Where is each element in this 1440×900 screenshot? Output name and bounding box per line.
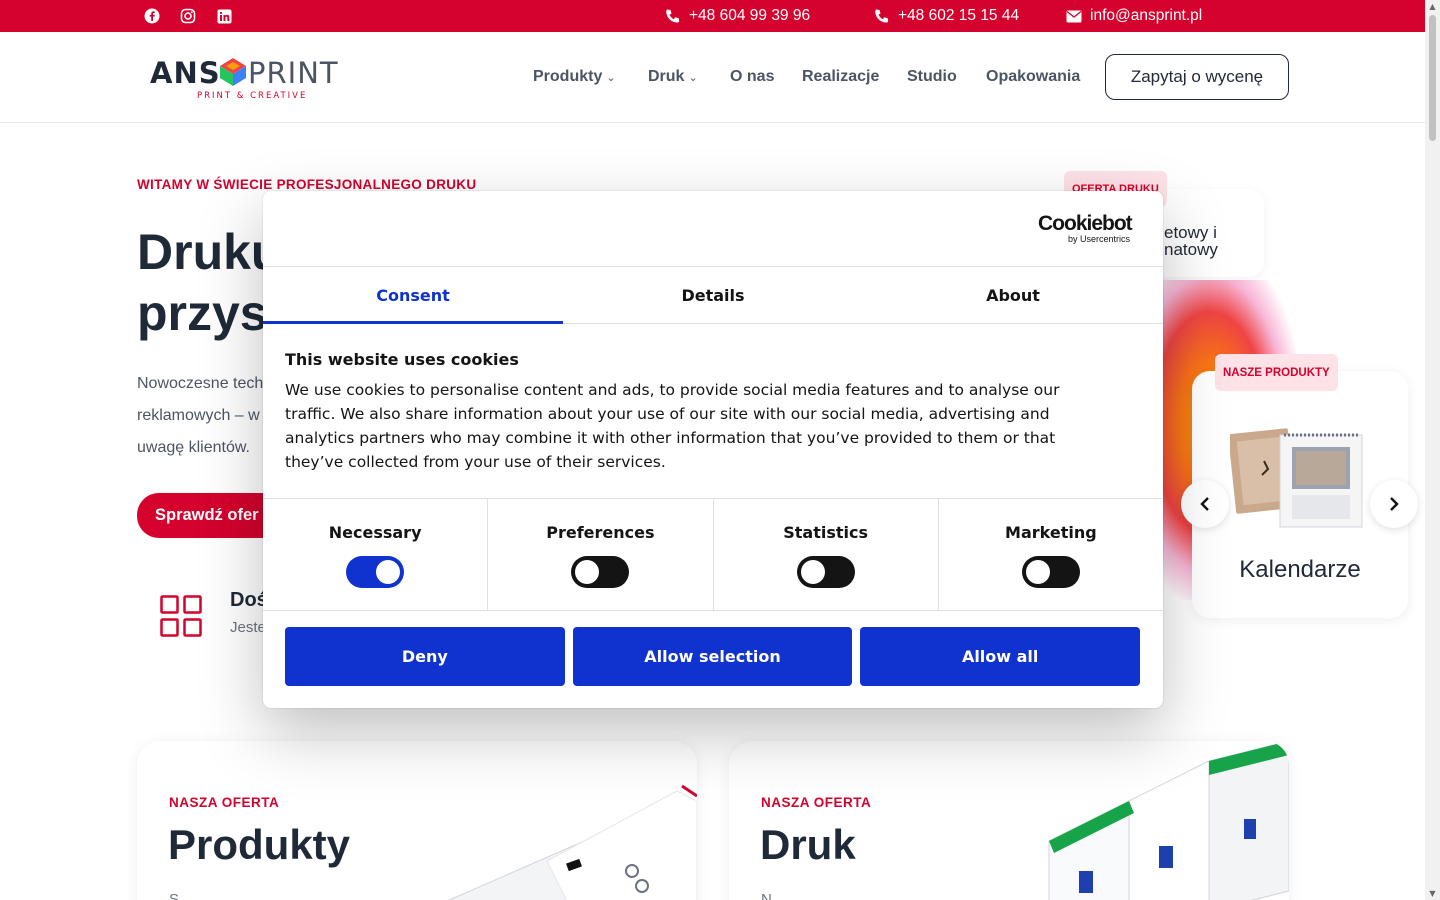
site-logo[interactable]: ANS PRINT PRINT & CREATIVE bbox=[150, 56, 350, 104]
tab-consent[interactable]: Consent bbox=[263, 267, 563, 324]
toggle-cell-marketing: Marketing bbox=[939, 499, 1163, 610]
offer-description: N bbox=[761, 891, 772, 900]
offer-card-druk[interactable]: NASZA OFERTA Druk N bbox=[729, 741, 1289, 900]
toggle-label-marketing: Marketing bbox=[1005, 523, 1097, 542]
cookiebot-logo[interactable]: Cookiebot by Usercentrics bbox=[1038, 212, 1148, 246]
allow-all-button[interactable]: Allow all bbox=[860, 627, 1141, 686]
social-links bbox=[143, 7, 233, 25]
print-offer-text-line-1: etowy i bbox=[1164, 223, 1217, 242]
statistics-toggle[interactable] bbox=[796, 556, 855, 588]
phone-icon bbox=[875, 9, 889, 22]
nav-item-opakowania[interactable]: Opakowania bbox=[986, 68, 1080, 86]
carousel-next-button[interactable] bbox=[1370, 480, 1418, 528]
offer-eyebrow: NASZA OFERTA bbox=[761, 795, 872, 810]
request-quote-button[interactable]: Zapytaj o wycenę bbox=[1105, 54, 1289, 100]
instagram-icon[interactable] bbox=[179, 7, 197, 25]
toggle-label-necessary: Necessary bbox=[328, 523, 422, 542]
cookie-tabs: Consent Details About bbox=[263, 266, 1163, 324]
logo-text-ans: ANS bbox=[150, 56, 221, 90]
calendar-product-image bbox=[1230, 428, 1363, 528]
top-contact-bar: +48 604 99 39 96 +48 602 15 15 44 info@a… bbox=[0, 0, 1425, 32]
phone-number-2: +48 602 15 15 44 bbox=[898, 7, 1020, 24]
toggle-knob bbox=[575, 560, 600, 584]
cookie-buttons: Deny Allow selection Allow all bbox=[285, 627, 1141, 686]
toggle-knob bbox=[1025, 560, 1050, 584]
tab-about[interactable]: About bbox=[863, 267, 1163, 323]
logo-mark-icon bbox=[220, 58, 246, 86]
nav-label: Realizacje bbox=[802, 68, 880, 85]
binder-product-image bbox=[448, 784, 697, 900]
site-header: ANS PRINT PRINT & CREATIVE Produkty ⌄ Dru… bbox=[0, 32, 1425, 123]
page-scrollbar[interactable]: ▲ ▼ bbox=[1425, 0, 1440, 900]
cookie-body-text: We use cookies to personalise content an… bbox=[285, 381, 1060, 471]
print-offer-text: etowy i natowy bbox=[1164, 224, 1218, 258]
hero-eyebrow: WITAMY W ŚWIECIE PROFESJONALNEGO DRUKU bbox=[137, 177, 477, 192]
scrollbar-thumb[interactable] bbox=[1429, 15, 1436, 141]
email-link[interactable]: info@ansprint.pl bbox=[1066, 7, 1202, 25]
logo-tagline: PRINT & CREATIVE bbox=[197, 91, 308, 101]
nav-label: Druk bbox=[648, 68, 685, 85]
feature-subtitle: Jeste bbox=[230, 619, 266, 636]
carousel-prev-button[interactable] bbox=[1181, 480, 1229, 528]
chevron-down-icon: ⌄ bbox=[606, 72, 616, 84]
allow-selection-button[interactable]: Allow selection bbox=[572, 627, 853, 686]
phone-link-1[interactable]: +48 604 99 39 96 bbox=[664, 7, 810, 25]
envelope-icon bbox=[1066, 10, 1082, 22]
toggle-knob bbox=[376, 560, 401, 584]
product-card-title: Kalendarze bbox=[1239, 556, 1361, 583]
email-address: info@ansprint.pl bbox=[1090, 7, 1203, 24]
nav-label: O nas bbox=[730, 68, 775, 85]
scroll-down-icon[interactable]: ▼ bbox=[1428, 889, 1437, 898]
offer-title: Produkty bbox=[168, 821, 351, 868]
toggle-cell-necessary: Necessary bbox=[263, 499, 489, 610]
cookie-heading: This website uses cookies bbox=[285, 350, 519, 369]
folded-leaflet-image bbox=[1048, 741, 1289, 900]
nav-item-realizacje[interactable]: Realizacje bbox=[802, 68, 879, 86]
logo-text-print: PRINT bbox=[248, 56, 339, 90]
phone-icon bbox=[666, 9, 680, 22]
grid-icon bbox=[160, 595, 202, 637]
phone-link-2[interactable]: +48 602 15 15 44 bbox=[873, 7, 1019, 25]
cookiebot-brand-sub: by Usercentrics bbox=[1068, 234, 1131, 244]
toggle-knob bbox=[800, 560, 825, 584]
nav-item-druk[interactable]: Druk ⌄ bbox=[648, 68, 698, 86]
cookie-category-toggles: Necessary Preferences Statistics Marketi… bbox=[263, 498, 1163, 611]
marketing-toggle[interactable] bbox=[1021, 556, 1080, 588]
toggle-cell-preferences: Preferences bbox=[488, 499, 714, 610]
nav-label: Produkty bbox=[533, 68, 603, 85]
toggle-label-preferences: Preferences bbox=[546, 523, 655, 542]
offer-title: Druk bbox=[760, 821, 856, 868]
offer-card-produkty[interactable]: NASZA OFERTA Produkty S bbox=[137, 741, 697, 900]
tab-details[interactable]: Details bbox=[563, 267, 863, 323]
preferences-toggle[interactable] bbox=[571, 556, 630, 588]
chevron-down-icon: ⌄ bbox=[688, 72, 698, 84]
necessary-toggle[interactable] bbox=[346, 556, 405, 588]
deny-button[interactable]: Deny bbox=[285, 627, 565, 686]
linkedin-icon[interactable] bbox=[215, 7, 233, 25]
facebook-icon[interactable] bbox=[143, 7, 161, 25]
cookie-consent-dialog: Cookiebot by Usercentrics Consent Detail… bbox=[263, 191, 1163, 708]
nav-item-studio[interactable]: Studio bbox=[907, 68, 957, 86]
product-badge: NASZE PRODUKTY bbox=[1215, 354, 1338, 391]
offer-eyebrow: NASZA OFERTA bbox=[169, 795, 280, 810]
chevron-left-icon bbox=[1200, 497, 1209, 511]
scroll-up-icon[interactable]: ▲ bbox=[1428, 2, 1437, 11]
print-offer-text-line-2: natowy bbox=[1164, 240, 1218, 259]
cookiebot-brand: Cookiebot bbox=[1038, 212, 1133, 235]
nav-item-produkty[interactable]: Produkty ⌄ bbox=[533, 68, 616, 86]
phone-number-1: +48 604 99 39 96 bbox=[689, 7, 811, 24]
nav-label: Opakowania bbox=[986, 68, 1081, 85]
nav-label: Studio bbox=[907, 68, 957, 85]
offer-description: S bbox=[169, 891, 180, 900]
toggle-cell-statistics: Statistics bbox=[714, 499, 939, 610]
toggle-label-statistics: Statistics bbox=[783, 523, 868, 542]
chevron-right-icon bbox=[1390, 497, 1399, 511]
nav-item-o-nas[interactable]: O nas bbox=[730, 68, 774, 86]
